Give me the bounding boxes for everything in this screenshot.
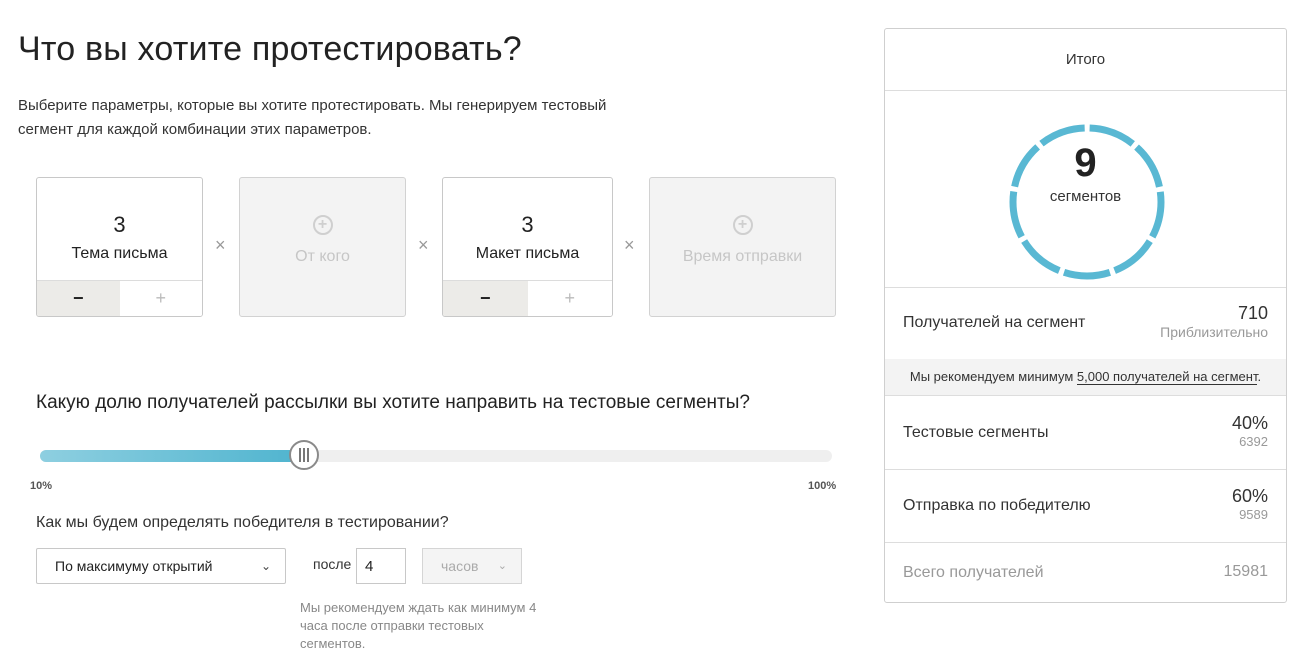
time-unit-value: часов xyxy=(441,558,479,574)
summary-title: Итого xyxy=(885,29,1286,91)
row-sub: Приблизительно xyxy=(1160,324,1268,340)
row-value: 15981 xyxy=(1223,563,1269,580)
row-sub: 6392 xyxy=(1239,434,1268,449)
note-text: Мы рекомендуем минимум xyxy=(909,369,1077,384)
plus-circle-icon: + xyxy=(312,215,333,235)
variable-count: 3 xyxy=(521,212,534,237)
variable-card-layout: 3 Макет письма − + xyxy=(442,177,613,317)
chevron-down-icon: ⌄ xyxy=(260,559,271,573)
total-recipients-row: Всего получателей 15981 xyxy=(885,542,1286,602)
row-label: Получателей на сегмент xyxy=(903,314,1086,331)
intro-text: Выберите параметры, которые вы хотите пр… xyxy=(18,97,607,138)
decrement-button[interactable]: − xyxy=(37,281,120,316)
recommendation-link[interactable]: 5,000 получателей на сегмент xyxy=(1076,369,1258,385)
variable-label: Макет письма xyxy=(475,245,580,262)
test-segments-row: Тестовые сегменты 40% 6392 xyxy=(885,395,1286,469)
row-label: Отправка по победителю xyxy=(903,497,1091,514)
after-label: после xyxy=(313,556,352,572)
increment-button[interactable]: + xyxy=(527,281,612,316)
time-unit-select[interactable]: часов ⌄ xyxy=(422,548,522,584)
slider-min-label: 10% xyxy=(30,480,53,492)
recipients-per-segment-row: Получателей на сегмент 710 Приблизительн… xyxy=(885,287,1286,359)
segments-count: 9 xyxy=(1074,141,1097,185)
plus-circle-icon: + xyxy=(732,215,753,235)
split-slider-track[interactable] xyxy=(40,450,832,462)
row-label: Тестовые сегменты xyxy=(903,424,1049,441)
stepper: − + xyxy=(443,280,612,316)
variable-label: Время отправки xyxy=(682,248,803,265)
hours-input[interactable] xyxy=(356,548,406,584)
variable-count: 3 xyxy=(113,212,126,237)
split-slider-fill xyxy=(40,450,304,462)
winner-metric-select[interactable]: По максимуму открытий ⌄ xyxy=(36,548,286,584)
row-value: 60% xyxy=(1231,486,1268,506)
note-suffix: . xyxy=(1257,369,1262,384)
row-label: Всего получателей xyxy=(903,564,1044,581)
slider-max-label: 100% xyxy=(808,480,837,492)
page-title: Что вы хотите протестировать? xyxy=(18,30,522,68)
increment-button[interactable]: + xyxy=(119,281,202,316)
decrement-button[interactable]: − xyxy=(443,281,528,316)
multiply-sign: × xyxy=(418,235,429,255)
winner-question: Как мы будем определять победителя в тес… xyxy=(36,514,449,531)
split-slider-handle[interactable] xyxy=(289,440,319,470)
multiply-sign: × xyxy=(215,235,226,255)
winner-metric-value: По максимуму открытий xyxy=(55,558,213,574)
row-value: 40% xyxy=(1231,413,1268,433)
multiply-sign: × xyxy=(624,235,635,255)
variable-label: От кого xyxy=(295,248,350,265)
stepper: − + xyxy=(37,280,202,316)
winner-send-row: Отправка по победителю 60% 9589 xyxy=(885,469,1286,542)
row-sub: 9589 xyxy=(1239,507,1268,522)
summary-panel: Итого 9 сегментов Получателей на сегмент… xyxy=(884,28,1287,603)
variable-card-from[interactable]: + От кого xyxy=(239,177,406,317)
row-value: 710 xyxy=(1237,303,1268,323)
segments-label: сегментов xyxy=(1049,188,1122,205)
variable-card-subject: 3 Тема письма − + xyxy=(36,177,203,317)
split-question: Какую долю получателей рассылки вы хотит… xyxy=(36,392,750,413)
recommendation-note: Мы рекомендуем минимум 5,000 получателей… xyxy=(885,359,1286,395)
variable-label: Тема письма xyxy=(71,245,168,262)
chevron-down-icon: ⌄ xyxy=(497,560,507,572)
variable-card-send-time[interactable]: + Время отправки xyxy=(649,177,836,317)
wait-recommendation: Мы рекомендуем ждать как минимум 4 часа … xyxy=(300,600,537,651)
